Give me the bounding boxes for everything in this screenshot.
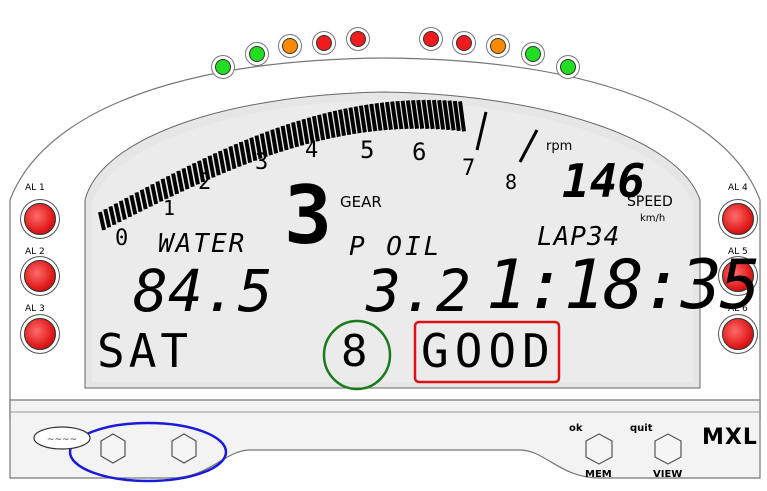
dash-display: ~~~~ AL 1 AL 2 AL 3 AL 4 AL 5 AL 6 01234… xyxy=(0,0,767,491)
alarm-4-indicator[interactable] xyxy=(722,203,754,235)
alarm-label-3: AL 3 xyxy=(25,304,45,314)
mem-button[interactable] xyxy=(585,433,613,465)
alarm-label-1: AL 1 xyxy=(25,183,45,193)
shift-light-8 xyxy=(490,38,506,54)
alarm-1-indicator[interactable] xyxy=(24,203,56,235)
gear-value: 3 xyxy=(284,169,333,262)
alarm-2-indicator[interactable] xyxy=(24,260,56,292)
rpm-tick-8: 8 xyxy=(505,170,518,194)
left-hex-button-1[interactable] xyxy=(100,433,126,464)
rpm-tick-3: 3 xyxy=(255,150,269,175)
status-message-right: GOOD xyxy=(421,324,556,378)
quit-label: quit xyxy=(630,423,653,434)
ok-label: ok xyxy=(569,423,583,434)
rpm-tick-1: 1 xyxy=(163,196,176,220)
lap-time: 1:18:35 xyxy=(486,246,761,325)
left-hex-button-2[interactable] xyxy=(171,433,197,464)
rpm-tick-2: 2 xyxy=(198,170,212,195)
shift-light-3 xyxy=(282,38,298,54)
alarm-3-indicator[interactable] xyxy=(24,318,56,350)
shift-light-1 xyxy=(215,59,231,75)
shift-light-6 xyxy=(423,31,439,47)
shift-light-5 xyxy=(350,31,366,47)
brand-model: MXL xyxy=(702,425,758,450)
rpm-tick-0: 0 xyxy=(115,226,129,251)
gear-label: GEAR xyxy=(340,193,382,211)
water-label: WATER xyxy=(158,229,247,259)
alarm-label-4: AL 4 xyxy=(728,183,748,193)
shift-light-7 xyxy=(456,35,472,51)
view-label: VIEW xyxy=(653,469,683,480)
shift-light-4 xyxy=(316,35,332,51)
rpm-tick-5: 5 xyxy=(360,136,375,164)
oil-pressure-value: 3.2 xyxy=(366,257,471,325)
rpm-tick-7: 7 xyxy=(462,156,476,181)
water-value: 84.5 xyxy=(133,257,273,325)
rpm-tick-4: 4 xyxy=(305,138,319,163)
shift-light-10 xyxy=(560,59,576,75)
rpm-tick-6: 6 xyxy=(412,138,427,166)
speed-unit: km/h xyxy=(640,213,666,224)
shift-light-9 xyxy=(525,46,541,62)
rpm-unit-label: rpm xyxy=(546,139,573,154)
shift-light-2 xyxy=(249,46,265,62)
view-button[interactable] xyxy=(654,433,682,465)
speed-label: SPEED xyxy=(627,194,673,210)
svg-text:~~~~: ~~~~ xyxy=(47,435,77,445)
alarm-label-2: AL 2 xyxy=(25,247,45,257)
status-message-left: SAT xyxy=(97,324,193,378)
mem-label: MEM xyxy=(585,469,612,480)
center-digit: 8 xyxy=(341,326,368,377)
